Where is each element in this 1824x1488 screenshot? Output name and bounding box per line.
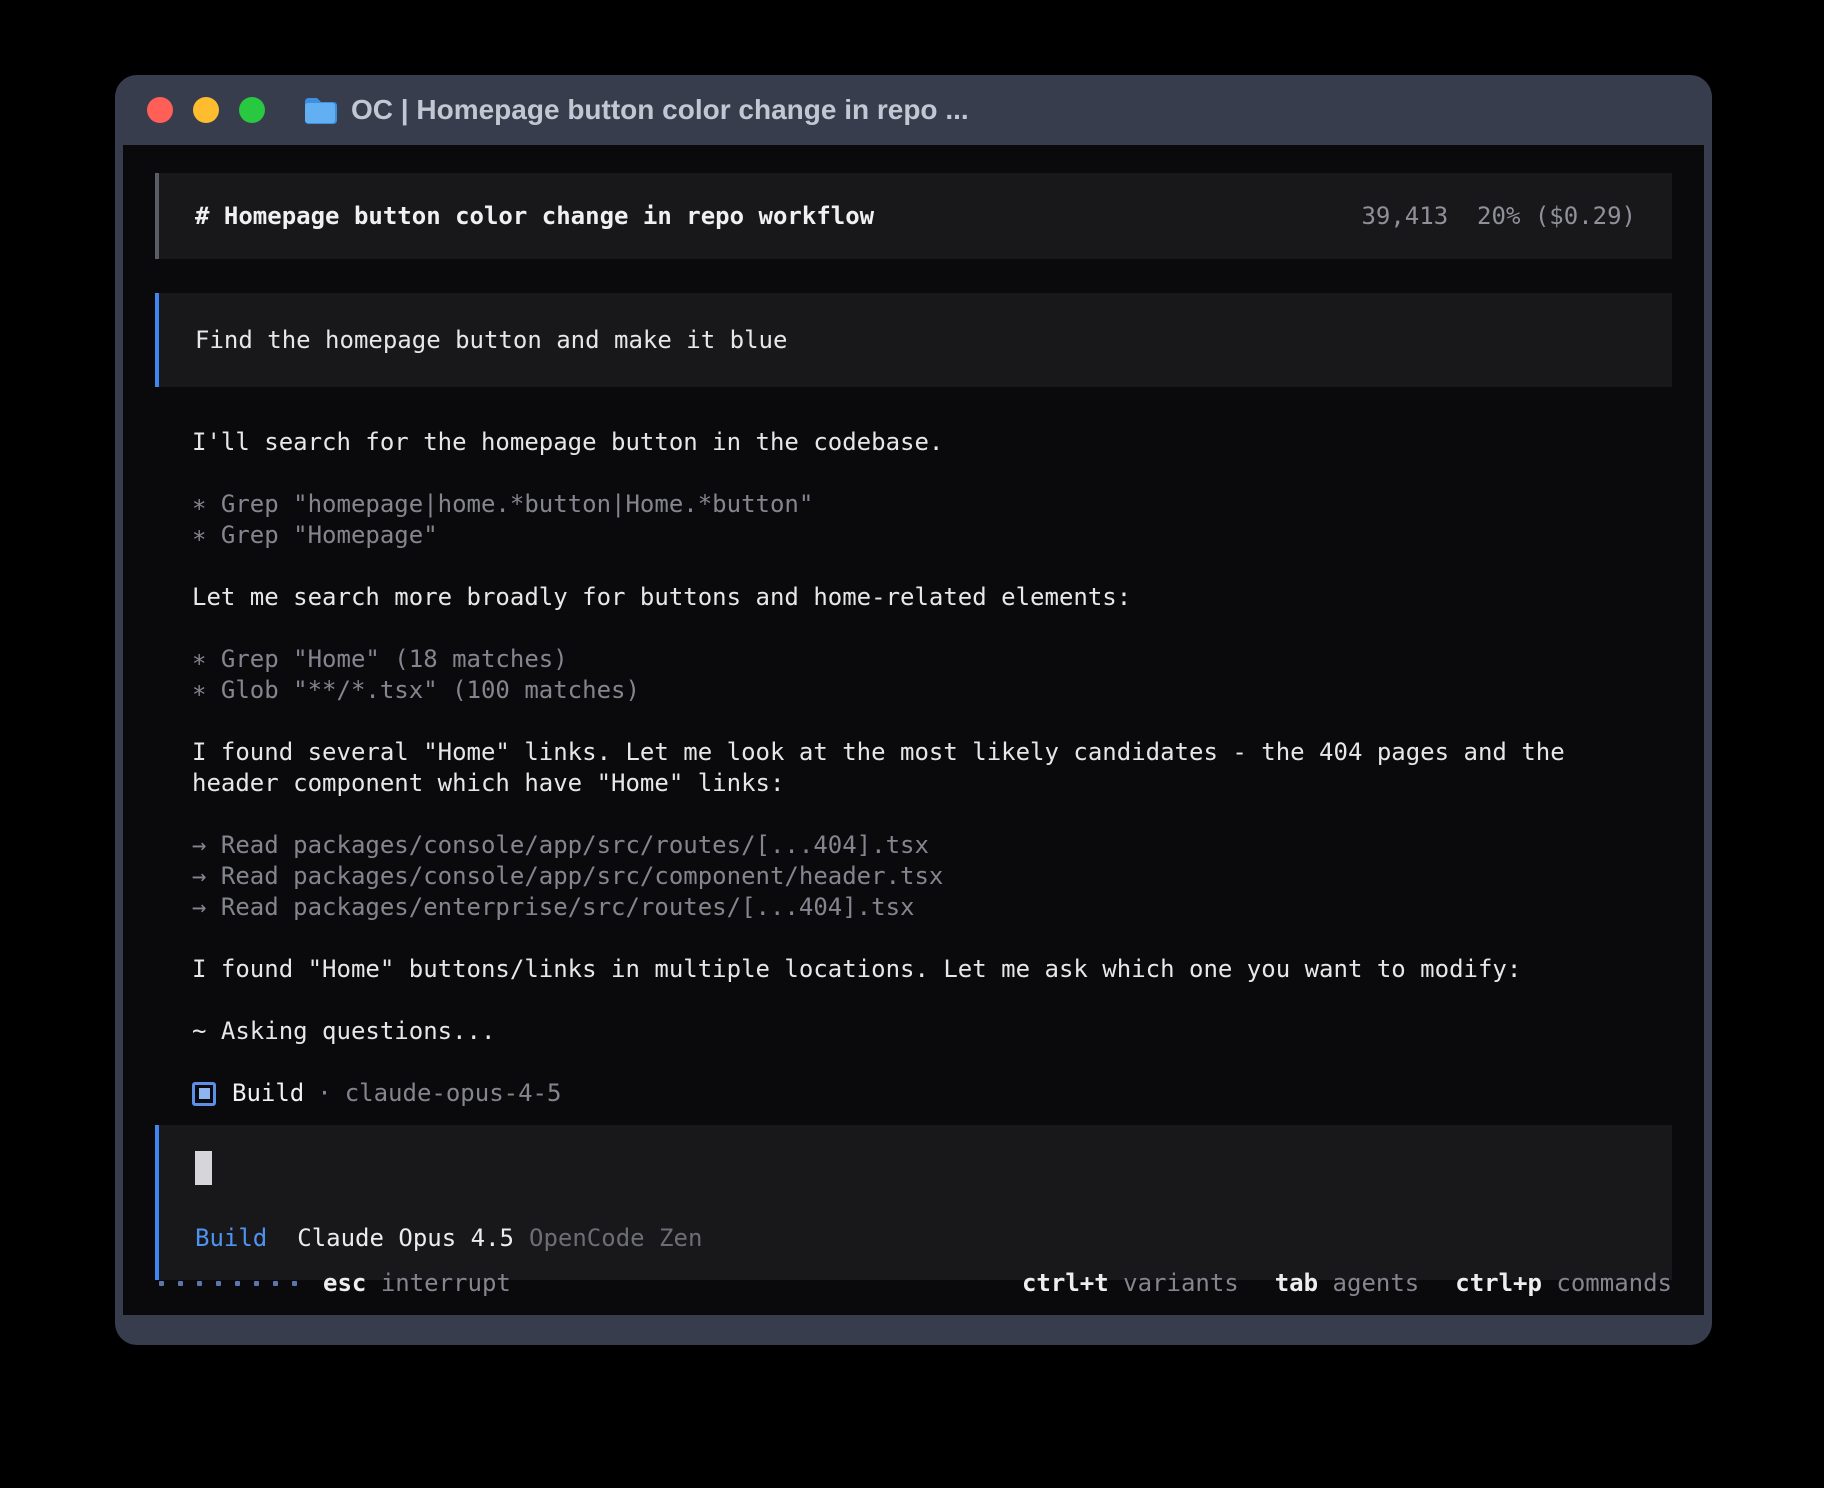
- input-meta-row: Build Claude Opus 4.5 OpenCode Zen: [195, 1223, 1636, 1254]
- input-agent-label[interactable]: Build: [195, 1223, 267, 1254]
- assistant-text: I found several "Home" links. Let me loo…: [192, 737, 1668, 799]
- tool-call-line: ∗ Glob "**/*.tsx" (100 matches): [192, 675, 1668, 706]
- status-bar: esc interrupt ctrl+t variants tab agents…: [155, 1268, 1672, 1299]
- hint-interrupt: esc interrupt: [323, 1268, 511, 1299]
- session-title: # Homepage button color change in repo w…: [195, 201, 874, 232]
- agent-build-icon: [192, 1082, 216, 1106]
- zoom-button[interactable]: [239, 97, 265, 123]
- spinner-dots-icon: [159, 1281, 297, 1286]
- user-message-text: Find the homepage button and make it blu…: [195, 325, 787, 356]
- tool-call-line: ∗ Grep "Home" (18 matches): [192, 644, 1668, 675]
- window-title: OC | Homepage button color change in rep…: [351, 94, 969, 126]
- text-cursor: [195, 1151, 212, 1185]
- terminal-content: # Homepage button color change in repo w…: [123, 145, 1704, 1315]
- session-stats: 39,413 20% ($0.29): [1361, 201, 1636, 232]
- session-header: # Homepage button color change in repo w…: [155, 173, 1672, 259]
- terminal-window: OC | Homepage button color change in rep…: [115, 75, 1712, 1345]
- tool-call-group: ∗ Grep "Home" (18 matches) ∗ Glob "**/*.…: [192, 644, 1668, 706]
- tool-call-line: → Read packages/console/app/src/routes/[…: [192, 830, 1668, 861]
- assistant-text: Let me search more broadly for buttons a…: [192, 582, 1668, 613]
- hint-variants: ctrl+t variants: [1022, 1268, 1239, 1299]
- tool-call-line: ∗ Grep "Homepage": [192, 520, 1668, 551]
- prompt-input[interactable]: Build Claude Opus 4.5 OpenCode Zen: [155, 1125, 1672, 1280]
- tool-call-line: → Read packages/enterprise/src/routes/[.…: [192, 892, 1668, 923]
- input-provider-label: OpenCode Zen: [529, 1223, 702, 1254]
- close-button[interactable]: [147, 97, 173, 123]
- minimize-button[interactable]: [193, 97, 219, 123]
- input-model-label[interactable]: Claude Opus 4.5: [297, 1223, 514, 1254]
- esc-key-label: esc: [323, 1269, 366, 1297]
- assistant-text: I'll search for the homepage button in t…: [192, 427, 1668, 458]
- titlebar[interactable]: OC | Homepage button color change in rep…: [115, 75, 1712, 145]
- tool-call-group: → Read packages/console/app/src/routes/[…: [192, 830, 1668, 923]
- keyboard-hints: ctrl+t variants tab agents ctrl+p comman…: [1022, 1268, 1672, 1299]
- agent-name: Build: [232, 1078, 304, 1109]
- traffic-lights: [147, 97, 265, 123]
- folder-icon: [303, 96, 337, 125]
- dot-separator: ·: [317, 1078, 331, 1109]
- tool-call-group: ∗ Grep "homepage|home.*button|Home.*butt…: [192, 489, 1668, 551]
- assistant-status-text: ~ Asking questions...: [192, 1016, 1668, 1047]
- agent-status-row: Build · claude-opus-4-5: [192, 1078, 1668, 1109]
- esc-action-label: interrupt: [381, 1269, 511, 1297]
- agent-model: claude-opus-4-5: [345, 1078, 562, 1109]
- tool-call-line: → Read packages/console/app/src/componen…: [192, 861, 1668, 892]
- transcript: I'll search for the homepage button in t…: [155, 427, 1672, 1109]
- tool-call-line: ∗ Grep "homepage|home.*button|Home.*butt…: [192, 489, 1668, 520]
- hint-agents: tab agents: [1275, 1268, 1420, 1299]
- assistant-text: I found "Home" buttons/links in multiple…: [192, 954, 1668, 985]
- hint-commands: ctrl+p commands: [1455, 1268, 1672, 1299]
- user-message: Find the homepage button and make it blu…: [155, 293, 1672, 387]
